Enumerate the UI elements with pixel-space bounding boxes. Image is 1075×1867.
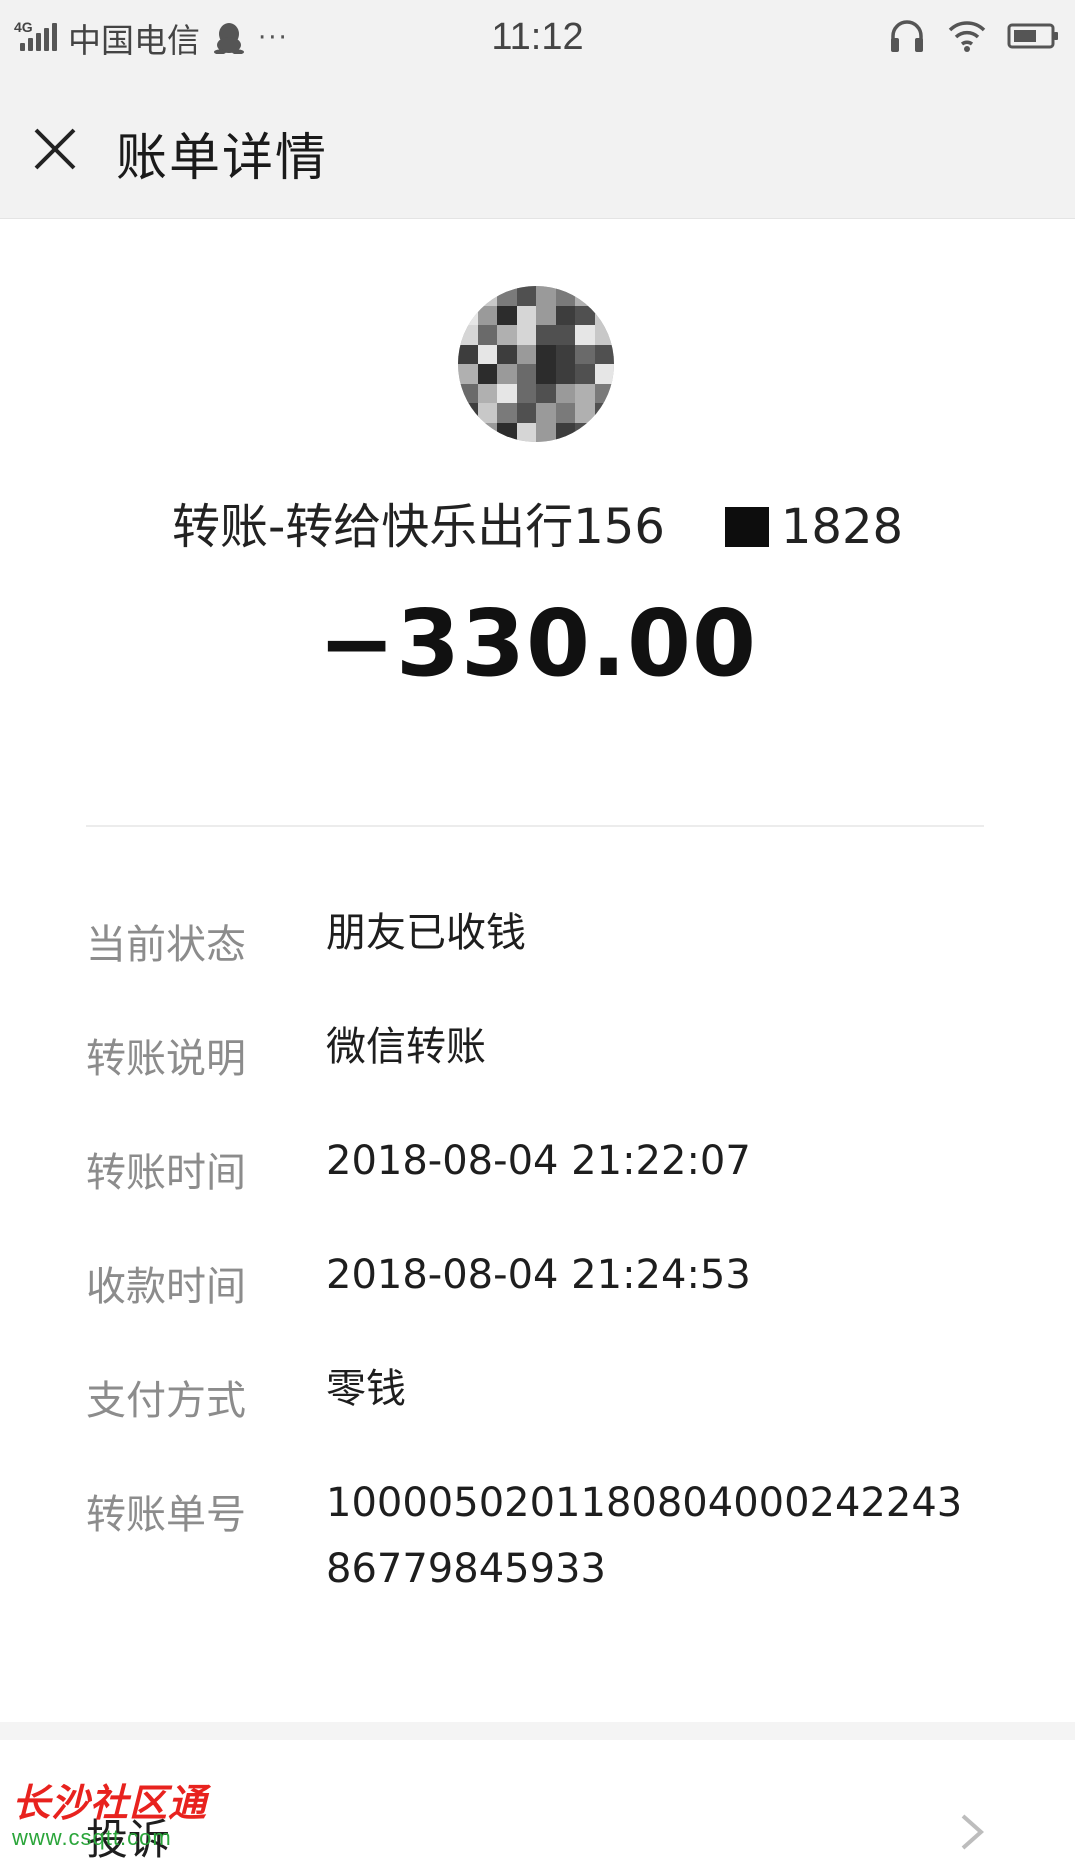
detail-label: 当前状态	[86, 922, 246, 968]
detail-label: 转账时间	[86, 1150, 246, 1196]
detail-row-transaction-id: 转账单号 10000502011808040002422438677984593…	[86, 1480, 1036, 1602]
page-title: 账单详情	[116, 129, 329, 188]
status-icons	[867, 16, 1061, 56]
detail-value: 朋友已收钱	[326, 910, 526, 956]
status-bar: 4G 中国电信 ··· 11:12	[0, 0, 1075, 78]
detail-value: 2018-08-04 21:24:53	[326, 1252, 751, 1298]
detail-row-note: 转账说明 微信转账	[86, 1024, 1036, 1084]
headphones-icon	[891, 20, 923, 52]
close-icon[interactable]	[28, 122, 82, 176]
detail-label: 转账单号	[86, 1492, 246, 1538]
transfer-amount: −330.00	[317, 590, 758, 697]
section-gap	[0, 1722, 1075, 1740]
battery-icon	[1007, 23, 1058, 49]
detail-value: 零钱	[326, 1366, 406, 1412]
watermark-logo: 长沙社区通 www.csqtt.com	[12, 1772, 207, 1851]
avatar[interactable]	[458, 286, 614, 442]
transfer-title: 转账-转给快乐出行156 1828	[0, 487, 1075, 557]
detail-label: 收款时间	[86, 1264, 246, 1310]
detail-row-transfer-time: 转账时间 2018-08-04 21:22:07	[86, 1138, 1036, 1198]
divider	[86, 825, 984, 827]
chevron-right-icon	[961, 1814, 985, 1850]
transfer-title-suffix: 1828	[780, 499, 904, 555]
app-header: 账单详情	[0, 78, 1075, 219]
detail-value: 100005020118080400024224386779845933	[326, 1480, 963, 1592]
detail-label: 支付方式	[86, 1378, 246, 1424]
redaction-block	[724, 507, 769, 547]
watermark-title: 长沙社区通	[12, 1781, 208, 1825]
watermark-url: www.csqtt.com	[12, 1825, 172, 1850]
detail-value: 2018-08-04 21:22:07	[326, 1138, 751, 1184]
detail-row-receive-time: 收款时间 2018-08-04 21:24:53	[86, 1252, 1036, 1312]
detail-row-status: 当前状态 朋友已收钱	[86, 910, 1036, 970]
transfer-title-prefix: 转账-转给快乐出行156	[171, 499, 665, 555]
detail-row-payment-method: 支付方式 零钱	[86, 1366, 1036, 1426]
detail-label: 转账说明	[86, 1036, 246, 1082]
wifi-icon	[948, 21, 986, 52]
detail-value: 微信转账	[326, 1024, 486, 1070]
